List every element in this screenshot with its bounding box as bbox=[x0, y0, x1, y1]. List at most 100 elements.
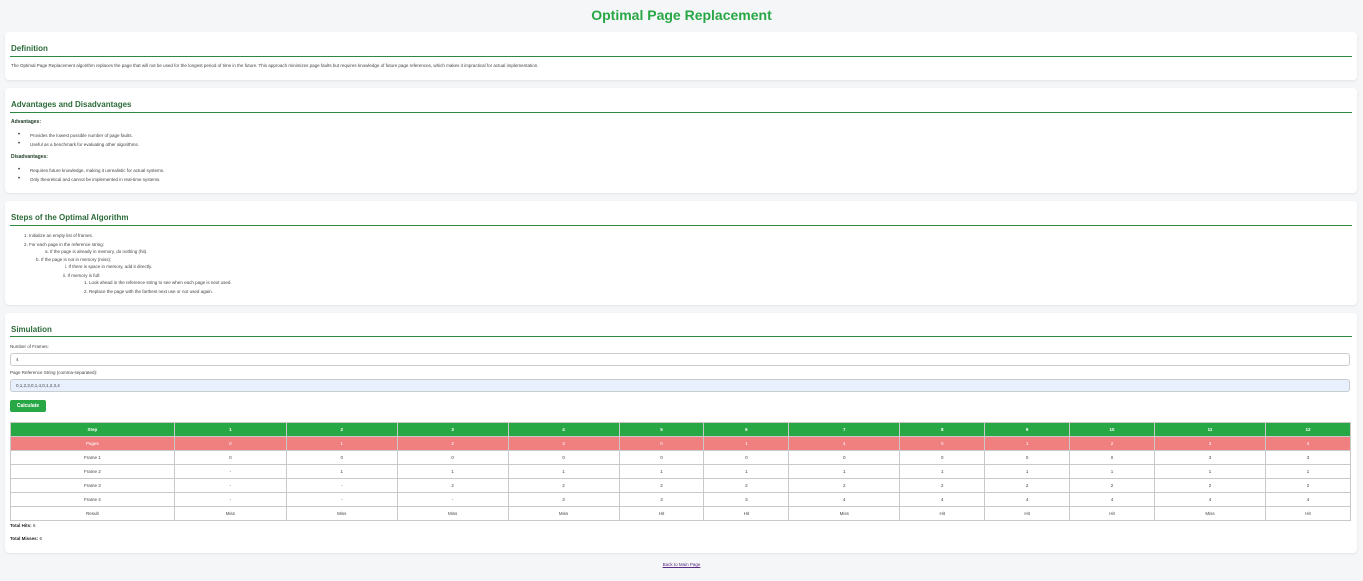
frame-cell: 1 bbox=[1154, 464, 1266, 479]
frame-cell: 1 bbox=[396, 464, 509, 479]
step-number: 8 bbox=[899, 422, 986, 437]
step-number: 12 bbox=[1264, 422, 1352, 437]
total-misses-label: Total Misses: bbox=[10, 536, 39, 541]
step-number: 4 bbox=[507, 422, 620, 437]
step-number: 11 bbox=[1154, 422, 1266, 437]
frame-row: Frame 2 - 1 1 1 1 1 1 1 1 1 1 1 bbox=[10, 464, 1352, 479]
frame-cell: 1 bbox=[1264, 464, 1352, 479]
result-cell: Hit bbox=[703, 506, 790, 521]
page-cell: 4 bbox=[1264, 436, 1352, 451]
page-cell: 0 bbox=[899, 436, 986, 451]
frame-cell: 4 bbox=[1154, 492, 1266, 507]
frames-label: Number of Frames: bbox=[10, 344, 49, 349]
pages-row: Pages 0 1 2 3 0 1 4 0 1 2 3 4 bbox=[10, 436, 1352, 451]
frame-cell: 4 bbox=[1069, 492, 1156, 507]
frame-cell: 0 bbox=[396, 450, 509, 465]
frame-cell: 0 bbox=[285, 450, 398, 465]
simulation-table: Step 1 2 3 4 5 6 7 8 9 10 11 12 Pages 0 … bbox=[10, 422, 1352, 521]
disadvantage-item: Requires future knowledge, making it unr… bbox=[18, 167, 164, 173]
step-number: 7 bbox=[788, 422, 901, 437]
advantage-item: Useful as a benchmark for evaluating oth… bbox=[18, 141, 139, 147]
frame-label: Frame 1 bbox=[10, 450, 175, 465]
advantages-divider bbox=[10, 112, 1352, 113]
step-number: 5 bbox=[618, 422, 705, 437]
definition-divider bbox=[10, 56, 1352, 57]
page-cell: 0 bbox=[618, 436, 705, 451]
frame-cell: 3 bbox=[703, 492, 790, 507]
frame-cell: - bbox=[285, 492, 398, 507]
step-2a: a. If the page is already in memory, do … bbox=[45, 249, 148, 254]
pages-label: Pages bbox=[10, 436, 175, 451]
calculate-button[interactable]: Calculate bbox=[10, 400, 46, 412]
frame-cell: - bbox=[173, 492, 287, 507]
frame-cell: 0 bbox=[899, 450, 986, 465]
disadvantages-subtitle: Disadvantages: bbox=[11, 154, 48, 160]
frame-cell: 2 bbox=[618, 478, 705, 493]
definition-heading: Definition bbox=[11, 44, 48, 53]
frame-row: Frame 1 0 0 0 0 0 0 0 0 0 0 3 3 bbox=[10, 450, 1352, 465]
frame-cell: 0 bbox=[788, 450, 901, 465]
result-label: Result bbox=[10, 506, 175, 521]
page-cell: 0 bbox=[173, 436, 287, 451]
step-number: 2 bbox=[285, 422, 398, 437]
step-number: 3 bbox=[396, 422, 509, 437]
frame-cell: 2 bbox=[1069, 478, 1156, 493]
frame-cell: 1 bbox=[285, 464, 398, 479]
frame-cell: 2 bbox=[507, 478, 620, 493]
frame-row: Frame 4 - - - 3 3 3 4 4 4 4 4 4 bbox=[10, 492, 1352, 507]
frame-cell: 0 bbox=[1069, 450, 1156, 465]
step-number: 6 bbox=[703, 422, 790, 437]
page-cell: 1 bbox=[984, 436, 1071, 451]
result-cell: Hit bbox=[1069, 506, 1156, 521]
frame-cell: 4 bbox=[1264, 492, 1352, 507]
definition-card: Definition The Optimal Page Replacement … bbox=[5, 32, 1357, 80]
reference-string-input[interactable] bbox=[10, 379, 1350, 392]
step-number: 10 bbox=[1069, 422, 1156, 437]
result-cell: Hit bbox=[984, 506, 1071, 521]
advantages-heading: Advantages and Disadvantages bbox=[11, 100, 132, 109]
frame-cell: - bbox=[396, 492, 509, 507]
frame-cell: 1 bbox=[1069, 464, 1156, 479]
back-to-main-link[interactable]: Back to Main Page bbox=[0, 562, 1363, 567]
step-number: 1 bbox=[173, 422, 287, 437]
total-misses-value: 6 bbox=[39, 536, 42, 541]
result-cell: Miss bbox=[396, 506, 509, 521]
frame-cell: 3 bbox=[1154, 450, 1266, 465]
page-cell: 1 bbox=[703, 436, 790, 451]
frame-cell: 2 bbox=[984, 478, 1071, 493]
frame-cell: 0 bbox=[984, 450, 1071, 465]
step-2b-ii-1: 1. Look ahead in the reference string to… bbox=[84, 280, 232, 285]
frame-cell: 2 bbox=[899, 478, 986, 493]
page-cell: 4 bbox=[788, 436, 901, 451]
result-cell: Hit bbox=[1264, 506, 1352, 521]
page-cell: 2 bbox=[396, 436, 509, 451]
step-1: 1. Initialize an empty list of frames. bbox=[24, 233, 94, 238]
frame-cell: 2 bbox=[788, 478, 901, 493]
disadvantage-item: Only theoretical and cannot be implement… bbox=[18, 176, 161, 182]
result-cell: Miss bbox=[788, 506, 901, 521]
frame-cell: 1 bbox=[899, 464, 986, 479]
step-2: 2. For each page in the reference string… bbox=[24, 242, 105, 247]
frame-cell: 0 bbox=[507, 450, 620, 465]
frame-cell: 1 bbox=[507, 464, 620, 479]
frames-input[interactable] bbox=[10, 353, 1350, 366]
advantages-subtitle: Advantages: bbox=[11, 119, 42, 125]
simulation-divider bbox=[10, 336, 1352, 337]
total-hits: Total Hits: 6 bbox=[10, 523, 35, 528]
frame-cell: 4 bbox=[899, 492, 986, 507]
steps-divider bbox=[10, 225, 1352, 226]
step-number: 9 bbox=[984, 422, 1071, 437]
total-hits-label: Total Hits: bbox=[10, 523, 32, 528]
result-cell: Miss bbox=[285, 506, 398, 521]
step-2b: b. If the page is not in memory (miss): bbox=[36, 257, 112, 262]
frame-cell: 4 bbox=[788, 492, 901, 507]
frame-label: Frame 3 bbox=[10, 478, 175, 493]
frame-cell: 3 bbox=[507, 492, 620, 507]
frame-cell: 1 bbox=[788, 464, 901, 479]
total-misses: Total Misses: 6 bbox=[10, 536, 42, 541]
frame-cell: 4 bbox=[984, 492, 1071, 507]
frame-cell: 0 bbox=[173, 450, 287, 465]
frame-cell: 3 bbox=[1264, 450, 1352, 465]
result-row: Result Miss Miss Miss Miss Hit Hit Miss … bbox=[10, 506, 1352, 521]
page-cell: 2 bbox=[1069, 436, 1156, 451]
